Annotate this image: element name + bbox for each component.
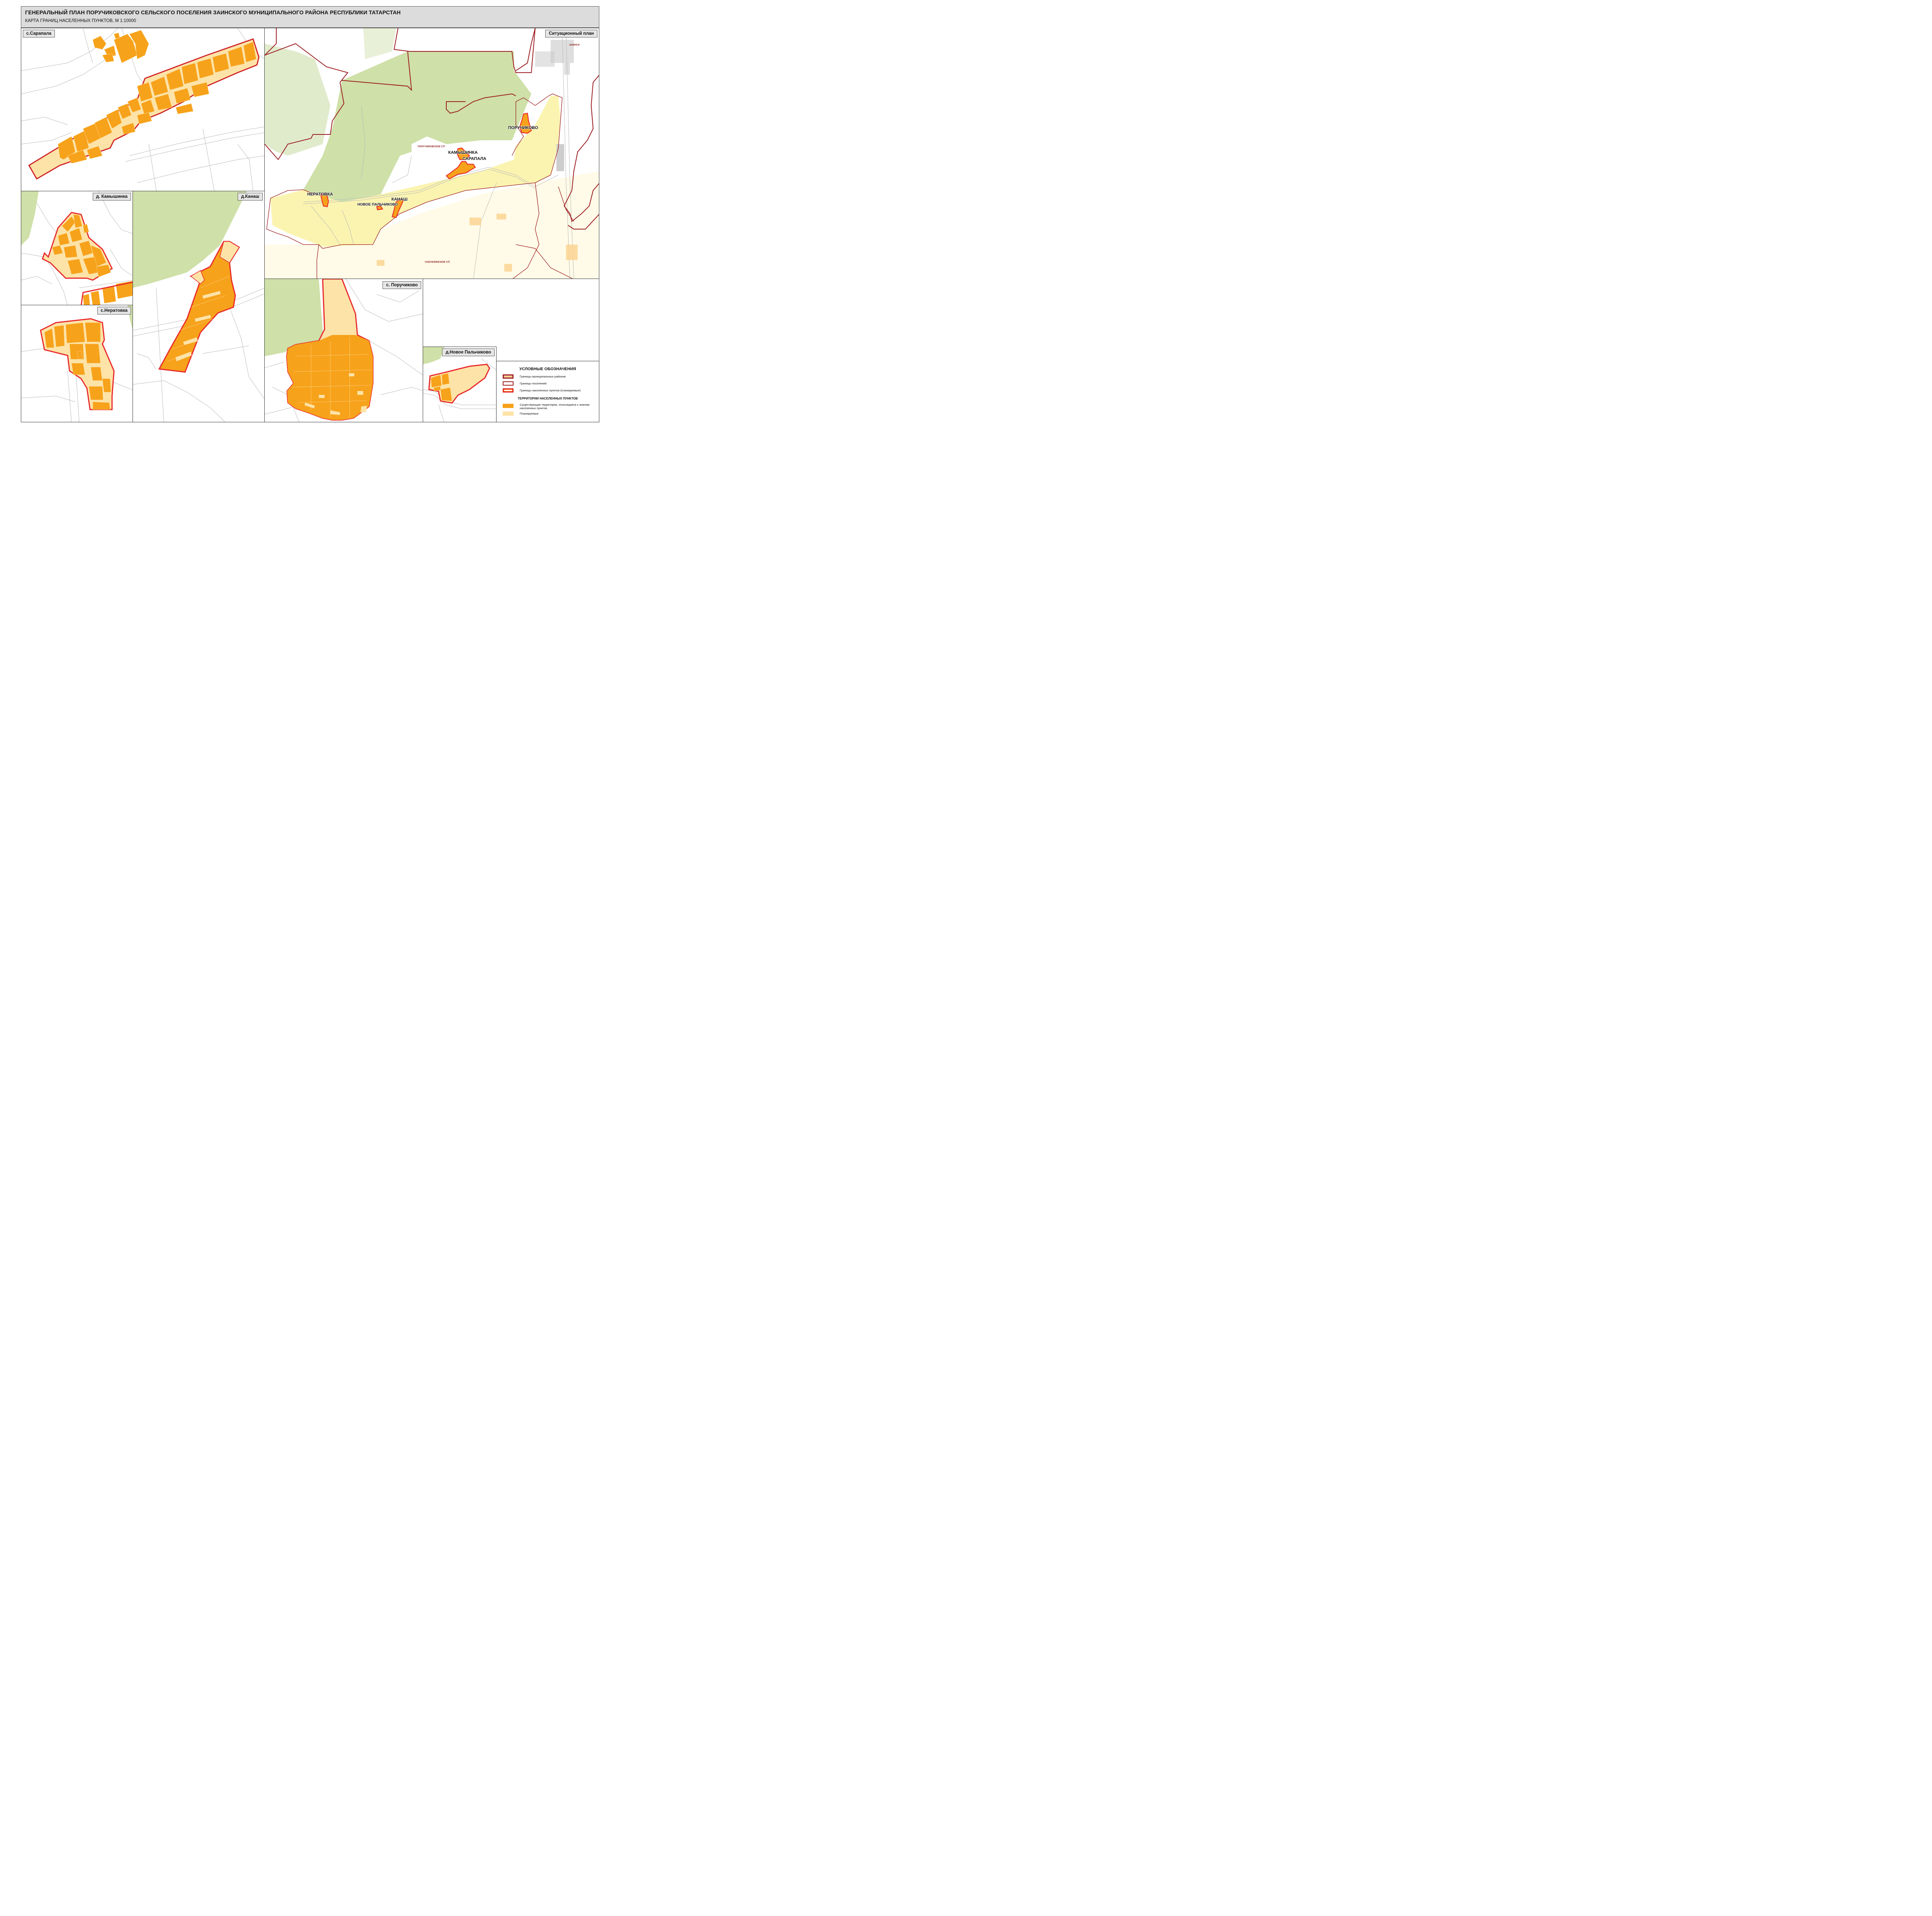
panel-title-neratovka: с.Нератовка bbox=[97, 307, 131, 315]
legend-item-existing: Существующие территории, относящиеся к з… bbox=[503, 403, 593, 410]
existing-territory bbox=[287, 335, 373, 420]
label-poruchikovskoe-sp: ПОРУЧИКОВСКОЕ СП bbox=[418, 145, 445, 148]
existing-territory bbox=[92, 30, 149, 63]
panel-title-situation: Ситуационный план bbox=[545, 30, 597, 37]
label-zainsk: ЗАИНСК bbox=[569, 44, 580, 46]
panel-poruchikovo[interactable]: с. Поручиково bbox=[264, 279, 423, 422]
sarapala-map bbox=[21, 28, 264, 191]
swatch-municipal-icon bbox=[503, 374, 514, 379]
map-title: ГЕНЕРАЛЬНЫЙ ПЛАН ПОРУЧИКОВСКОГО СЕЛЬСКОГ… bbox=[25, 9, 401, 15]
novoe-palchikovo-map bbox=[423, 347, 496, 422]
situation-map bbox=[265, 28, 599, 279]
legend-section-title: ТЕРРИТОРИИ НАСЕЛЕННЫХ ПУНКТОВ bbox=[517, 397, 578, 400]
panel-title-sarapala: с.Сарапала bbox=[23, 30, 55, 37]
swatch-sp-icon bbox=[503, 381, 514, 386]
panel-title-poruchikovo: с. Поручиково bbox=[383, 281, 421, 289]
legend-item-np: Границы населенных пунктов (планируемые) bbox=[503, 388, 581, 393]
label-novoe-palchikovo: НОВОЕ ПАЛЬЧИКОВО bbox=[357, 202, 398, 207]
swatch-existing-icon bbox=[503, 404, 514, 408]
panel-neratovka[interactable]: с.Нератовка bbox=[21, 305, 133, 422]
existing-territory bbox=[83, 281, 133, 305]
map-header: ГЕНЕРАЛЬНЫЙ ПЛАН ПОРУЧИКОВСКОГО СЕЛЬСКОГ… bbox=[21, 6, 599, 28]
label-sarapala: САРАПАЛА bbox=[463, 156, 486, 161]
label-poruchikovo: ПОРУЧИКОВО bbox=[508, 126, 538, 130]
kanash-map bbox=[133, 191, 264, 422]
forest-area bbox=[423, 347, 444, 364]
swatch-planned-icon bbox=[503, 411, 514, 416]
label-chubuklinskoe-sp: ЧУБУКЛИНСКОЕ СП bbox=[425, 261, 450, 264]
panel-kanash[interactable]: д.Канаш bbox=[133, 191, 265, 422]
panel-situation[interactable]: Ситуационный план ЗАИНСК ПОРУЧИКОВО КАМЫ… bbox=[264, 28, 599, 279]
forest-area bbox=[21, 191, 39, 245]
panel-sarapala[interactable]: с.Сарапала bbox=[21, 28, 265, 191]
neratovka-map bbox=[21, 305, 133, 422]
legend-item-municipal: Границы муниципальных районов bbox=[503, 374, 566, 379]
legend: УСЛОВНЫЕ ОБОЗНАЧЕНИЯ Границы муниципальн… bbox=[496, 361, 599, 422]
panel-title-kamyshinka: д. Камышинка bbox=[92, 193, 131, 201]
panel-novoe-palchikovo[interactable]: д.Новое Пальчиково bbox=[423, 347, 497, 422]
swatch-np-icon bbox=[503, 388, 514, 393]
legend-title: УСЛОВНЫЕ ОБОЗНАЧЕНИЯ bbox=[519, 367, 576, 371]
map-subtitle: КАРТА ГРАНИЦ НАСЕЛЕННЫХ ПУНКТОВ, М 1:100… bbox=[25, 19, 136, 23]
label-kamyshinka: КАМЫШИНКА bbox=[448, 150, 478, 155]
panel-kamyshinka[interactable]: д. Камышинка bbox=[21, 191, 133, 305]
kamyshinka-map bbox=[21, 191, 133, 305]
panel-title-kanash: д.Канаш bbox=[238, 193, 263, 201]
label-neratovka: НЕРАТОВКА bbox=[307, 192, 333, 197]
legend-item-sp: Границы поселений bbox=[503, 381, 546, 386]
legend-item-planned: Планируемые bbox=[503, 411, 539, 416]
poruchikovo-map bbox=[265, 279, 423, 422]
existing-territory bbox=[58, 41, 257, 164]
label-kanash: КАНАШ bbox=[391, 197, 408, 202]
panel-title-novoe-palchikovo: д.Новое Пальчиково bbox=[442, 349, 495, 356]
